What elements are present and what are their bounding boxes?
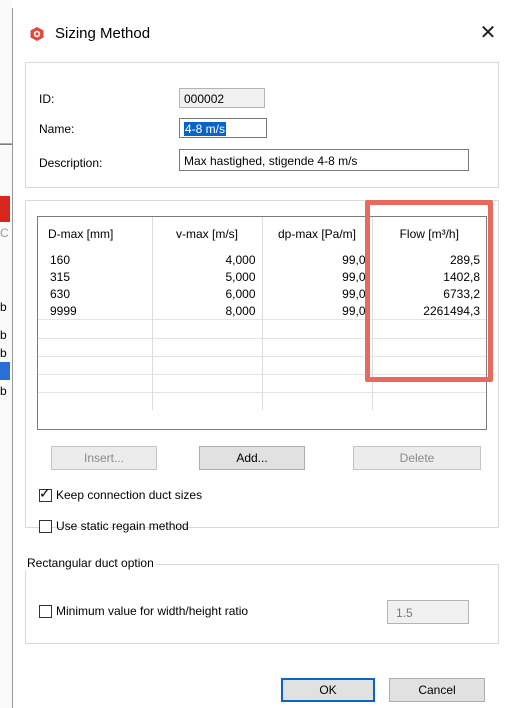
static-regain-label: Use static regain method xyxy=(56,519,189,533)
min-ratio-checkbox[interactable]: Minimum value for width/height ratio xyxy=(39,604,248,618)
name-input[interactable]: 4-8 m/s xyxy=(179,118,267,138)
id-field: 000002 xyxy=(179,88,265,108)
name-label: Name: xyxy=(39,122,75,136)
cell-v-max[interactable]: 6,000 xyxy=(152,285,263,302)
static-regain-box[interactable] xyxy=(39,519,52,533)
description-input[interactable]: Max hastighed, stigende 4-8 m/s xyxy=(179,149,469,171)
table-row-empty[interactable] xyxy=(38,374,486,393)
keep-connection-box[interactable]: ✓ xyxy=(39,484,52,502)
column-header-v-max[interactable]: v-max [m/s] xyxy=(152,217,263,251)
table-row[interactable]: 315 5,000 99,0 1402,8 xyxy=(38,268,486,285)
background-app-mark: b xyxy=(0,328,7,342)
cell-flow[interactable]: 6733,2 xyxy=(372,285,486,302)
rectangular-duct-title: Rectangular duct option xyxy=(25,556,156,570)
cell-v-max[interactable]: 8,000 xyxy=(152,302,263,320)
ratio-input[interactable]: 1.5 xyxy=(387,600,469,624)
id-label: ID: xyxy=(39,92,55,106)
window-title: Sizing Method xyxy=(55,25,151,42)
keep-connection-label: Keep connection duct sizes xyxy=(56,488,203,502)
cell-v-max[interactable]: 4,000 xyxy=(152,251,263,268)
table-row-empty[interactable] xyxy=(38,338,486,357)
name-input-value: 4-8 m/s xyxy=(184,122,227,136)
cell-d-max[interactable]: 630 xyxy=(38,285,153,302)
background-app-mark: — xyxy=(0,136,12,150)
cell-flow[interactable]: 1402,8 xyxy=(372,268,486,285)
title-bar: Sizing Method ✕ xyxy=(13,8,510,54)
description-label: Description: xyxy=(39,156,103,170)
checkmark-icon: ✓ xyxy=(39,484,51,501)
background-app-mark: b xyxy=(0,346,7,360)
ok-button[interactable]: OK xyxy=(281,678,375,702)
background-app-mark: C xyxy=(0,226,9,240)
table-row[interactable]: 160 4,000 99,0 289,5 xyxy=(38,251,486,268)
cell-d-max[interactable]: 160 xyxy=(38,251,153,268)
sizing-table[interactable]: D-max [mm] v-max [m/s] dp-max [Pa/m] Flo… xyxy=(37,216,487,430)
cell-d-max[interactable]: 9999 xyxy=(38,302,153,320)
cell-dp-max[interactable]: 99,0 xyxy=(262,302,373,320)
background-app-red-block xyxy=(0,196,10,222)
column-header-flow[interactable]: Flow [m³/h] xyxy=(372,217,486,251)
min-ratio-box[interactable] xyxy=(39,604,52,618)
cell-v-max[interactable]: 5,000 xyxy=(152,268,263,285)
cell-dp-max[interactable]: 99,0 xyxy=(262,251,373,268)
background-app-mark: b xyxy=(0,384,7,398)
keep-connection-checkbox[interactable]: ✓ Keep connection duct sizes xyxy=(39,484,203,502)
cell-flow[interactable]: 289,5 xyxy=(372,251,486,268)
close-button[interactable]: ✕ xyxy=(475,20,501,46)
add-button[interactable]: Add... xyxy=(199,446,305,470)
table-row[interactable]: 630 6,000 99,0 6733,2 xyxy=(38,285,486,302)
app-logo-icon xyxy=(30,27,44,41)
background-app-blue-block xyxy=(0,362,10,380)
min-ratio-label: Minimum value for width/height ratio xyxy=(56,604,249,618)
table-row-empty[interactable] xyxy=(38,392,486,410)
sizing-method-dialog: Sizing Method ✕ ID: 000002 Name: 4-8 m/s… xyxy=(12,8,510,708)
table-row-empty[interactable] xyxy=(38,356,486,375)
delete-button[interactable]: Delete xyxy=(353,446,481,470)
static-regain-checkbox[interactable]: Use static regain method xyxy=(39,519,189,533)
table-row[interactable]: 9999 8,000 99,0 2261494,3 xyxy=(38,302,486,320)
table-row-empty[interactable] xyxy=(38,319,486,339)
cancel-button[interactable]: Cancel xyxy=(389,678,485,702)
cell-dp-max[interactable]: 99,0 xyxy=(262,268,373,285)
column-header-d-max[interactable]: D-max [mm] xyxy=(38,217,153,251)
background-app-mark: b xyxy=(0,300,7,314)
cell-d-max[interactable]: 315 xyxy=(38,268,153,285)
cell-flow[interactable]: 2261494,3 xyxy=(372,302,486,320)
insert-button[interactable]: Insert... xyxy=(51,446,157,470)
column-header-dp-max[interactable]: dp-max [Pa/m] xyxy=(262,217,373,251)
cell-dp-max[interactable]: 99,0 xyxy=(262,285,373,302)
